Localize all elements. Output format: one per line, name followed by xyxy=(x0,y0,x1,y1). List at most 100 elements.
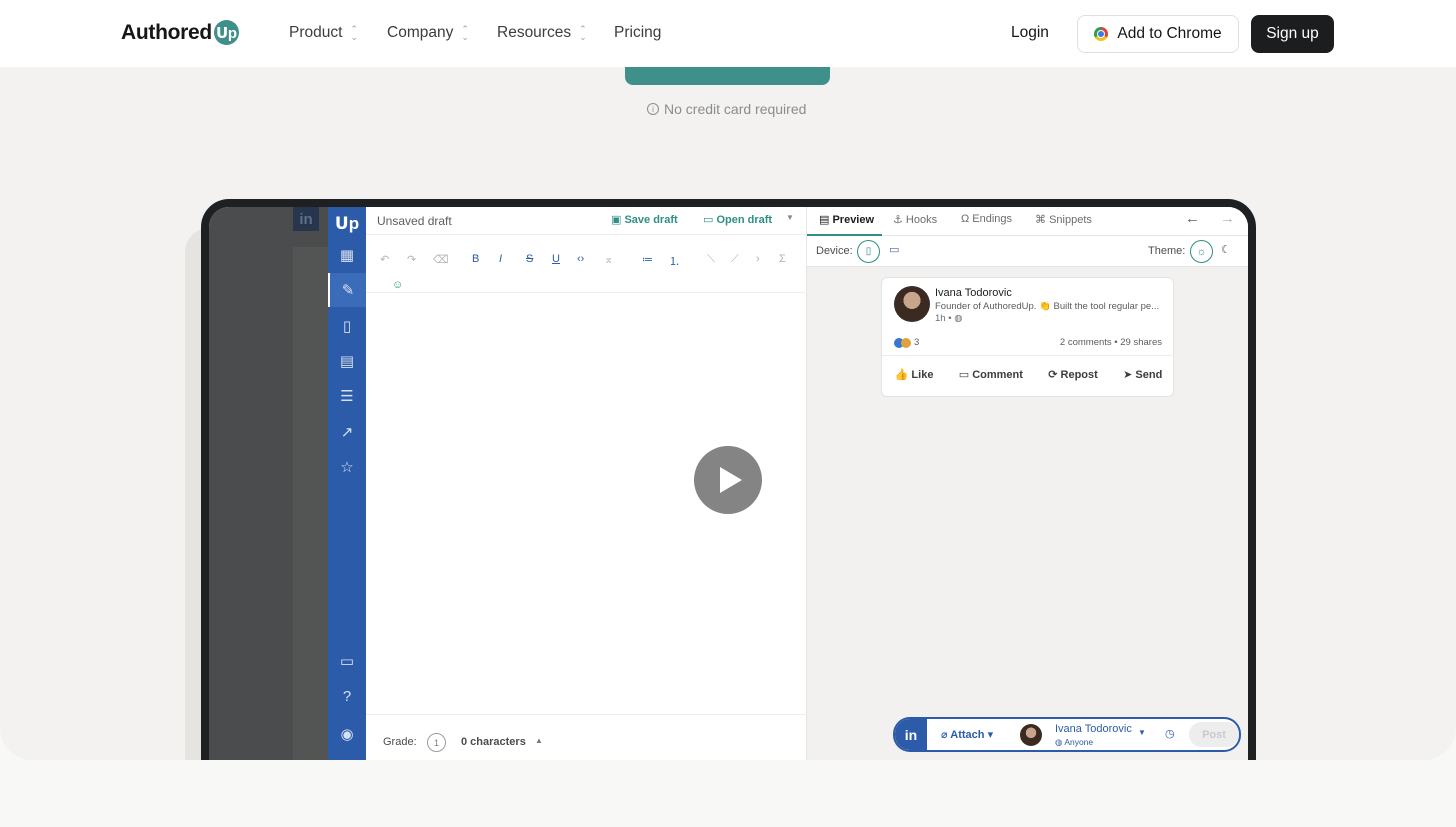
clear-format-icon[interactable]: ⌅ xyxy=(604,253,613,266)
send-button[interactable]: ➤ Send xyxy=(1123,368,1162,381)
app-sidebar: ꓴp ▦ ✎ ▯ ▤ ☰ ↗ ☆ ▭ ? ◉ xyxy=(328,207,366,760)
tab-hooks-label: Hooks xyxy=(905,214,938,226)
arrow-right-icon[interactable]: → xyxy=(1220,210,1235,227)
nav-pricing[interactable]: Pricing xyxy=(614,24,661,42)
chevron-right-icon[interactable]: › xyxy=(756,253,760,265)
divider xyxy=(882,355,1175,356)
linkedin-panel xyxy=(293,247,328,760)
tab-endings-label: Endings xyxy=(972,213,1013,225)
login-link[interactable]: Login xyxy=(1011,24,1049,42)
like-button[interactable]: 👍 Like xyxy=(895,368,934,381)
repost-button[interactable]: ⟳ Repost xyxy=(1048,368,1098,381)
caret-down-icon[interactable]: ▼ xyxy=(1138,728,1146,737)
attach-label: Attach xyxy=(950,729,985,741)
arrow-left-icon[interactable]: ← xyxy=(1185,210,1200,227)
grade-value: 1 xyxy=(427,733,446,752)
sun-icon[interactable]: ☼ xyxy=(1190,240,1213,263)
moon-icon[interactable]: ☾ xyxy=(1221,243,1231,256)
chevron-updown-icon: ⌃ ⌄ xyxy=(579,24,587,42)
logo[interactable]: Authored ꓴp xyxy=(121,20,239,45)
emoji-icon[interactable]: ☺ xyxy=(392,279,403,291)
device-bar: Device: ▯ ▭ Theme: ☼ ☾ xyxy=(807,236,1248,267)
linkedin-icon: in xyxy=(293,207,319,231)
bold-icon[interactable]: B xyxy=(472,253,479,265)
help-icon[interactable]: ? xyxy=(328,679,366,713)
tab-snippets-label: Snippets xyxy=(1049,214,1092,226)
play-icon xyxy=(720,467,742,493)
bullet-list-icon[interactable]: ≔ xyxy=(642,253,653,266)
redo-icon[interactable]: ↷ xyxy=(407,253,416,266)
comment-button[interactable]: ▭ Comment xyxy=(959,368,1023,381)
save-draft-button[interactable]: ▣ Save draft xyxy=(611,213,678,226)
tab-hooks[interactable]: ⚓ Hooks xyxy=(893,213,937,226)
tab-preview[interactable]: ▤ Preview xyxy=(819,213,874,226)
nav-company[interactable]: Company ⌃ ⌄ xyxy=(387,24,497,42)
bookmark-icon[interactable]: ☆ xyxy=(328,450,366,484)
tab-endings[interactable]: Ω Endings xyxy=(961,213,1012,225)
grade-label: Grade: xyxy=(383,736,417,748)
play-video-button[interactable] xyxy=(694,446,762,514)
sign-up-button[interactable]: Sign up xyxy=(1251,15,1334,53)
slash-icon[interactable]: ⟍ xyxy=(707,253,715,266)
like-label: Like xyxy=(911,369,934,381)
nav-product-label: Product xyxy=(289,24,343,41)
document-icon[interactable]: ▯ xyxy=(328,309,366,343)
dashboard-icon[interactable]: ▦ xyxy=(328,238,366,272)
linkedin-post-bar: in ⌀ Attach ▾ Ivana Todorovic ◍ Anyone ▼… xyxy=(893,717,1241,752)
strikethrough-icon[interactable]: S xyxy=(526,253,533,265)
inbox-icon[interactable]: ▭ xyxy=(328,644,366,678)
chevron-updown-icon: ⌃ ⌄ xyxy=(350,24,358,42)
italic-icon[interactable]: I xyxy=(499,253,502,265)
sigma-icon[interactable]: Σ xyxy=(779,253,786,265)
analytics-icon[interactable]: ↗ xyxy=(328,415,366,449)
editor-icon[interactable]: ✎ xyxy=(328,273,366,307)
caret-up-icon[interactable]: ▲ xyxy=(535,736,543,745)
nav-product[interactable]: Product ⌃ ⌄ xyxy=(289,24,387,42)
eraser-icon[interactable]: ⌫ xyxy=(433,253,449,266)
post-button[interactable]: Post xyxy=(1189,722,1239,747)
post-headline: Founder of AuthoredUp. 👏 Built the tool … xyxy=(935,301,1160,312)
nav-pricing-label: Pricing xyxy=(614,24,662,41)
post-author: Ivana Todorovic xyxy=(935,287,1012,299)
slash-alt-icon[interactable]: ⟋ xyxy=(731,253,739,266)
app-logo-icon[interactable]: ꓴp xyxy=(328,207,366,241)
audience-label: Anyone xyxy=(1064,737,1094,747)
code-icon[interactable]: ‹› xyxy=(577,253,584,265)
numbered-list-icon[interactable]: ⒈ xyxy=(669,253,680,269)
top-navigation: Authored ꓴp Product ⌃ ⌄ Company ⌃ ⌄ Resour… xyxy=(0,0,1456,67)
desktop-icon[interactable]: ▭ xyxy=(889,243,899,256)
no-credit-card-note: i No credit card required xyxy=(647,101,806,117)
avatar xyxy=(894,286,930,322)
attach-button[interactable]: ⌀ Attach ▾ xyxy=(941,728,993,741)
author-selector[interactable]: Ivana Todorovic xyxy=(1055,723,1132,735)
chrome-icon xyxy=(1094,27,1109,41)
theme-label: Theme: xyxy=(1148,245,1186,257)
nav-links: Product ⌃ ⌄ Company ⌃ ⌄ Resources ⌃ ⌄ Prici… xyxy=(289,24,661,42)
editor-footer: Grade: 1 0 characters ▲ xyxy=(366,714,807,760)
tab-snippets[interactable]: ⌘ Snippets xyxy=(1035,213,1092,226)
underline-icon[interactable]: U xyxy=(552,253,560,265)
editor-header: Unsaved draft ▣ Save draft ▭ Open draft … xyxy=(366,207,806,235)
schedule-clock-icon[interactable]: ◷ xyxy=(1165,727,1175,740)
audience: ◍ Anyone xyxy=(1055,737,1094,747)
caret-down-icon[interactable]: ▼ xyxy=(786,213,794,222)
mobile-icon[interactable]: ▯ xyxy=(857,240,880,263)
undo-icon[interactable]: ↶ xyxy=(380,253,389,266)
send-label: Send xyxy=(1135,369,1163,381)
add-to-chrome-button[interactable]: Add to Chrome xyxy=(1077,15,1239,53)
no-credit-card-text: No credit card required xyxy=(664,101,807,117)
preview-tabs: ▤ Preview ⚓ Hooks Ω Endings ⌘ Snippets ←… xyxy=(807,207,1248,236)
profile-icon[interactable]: ◉ xyxy=(328,717,366,751)
info-icon: i xyxy=(647,103,659,115)
open-draft-label: Open draft xyxy=(716,214,773,226)
nav-resources[interactable]: Resources ⌃ ⌄ xyxy=(497,24,614,42)
character-count: 0 characters xyxy=(461,736,526,748)
logo-badge: ꓴp xyxy=(213,20,239,45)
post-time-text: 1h • xyxy=(935,313,952,324)
calendar-icon[interactable]: ▤ xyxy=(328,344,366,378)
library-icon[interactable]: ☰ xyxy=(328,379,366,413)
reactions: 3 xyxy=(894,337,919,348)
open-draft-button[interactable]: ▭ Open draft xyxy=(703,213,772,226)
post-preview-card: Ivana Todorovic Founder of AuthoredUp. 👏… xyxy=(881,277,1175,397)
comment-label: Comment xyxy=(972,369,1023,381)
